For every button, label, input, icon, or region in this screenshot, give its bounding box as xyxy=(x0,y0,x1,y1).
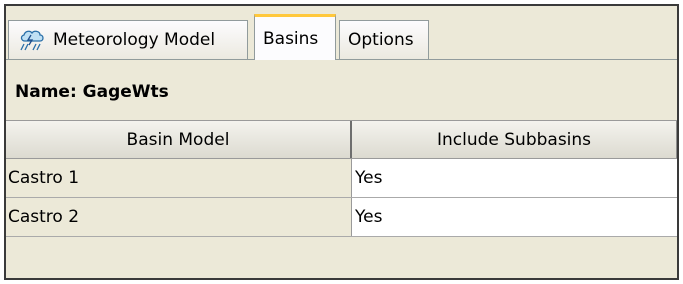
column-header-include-subbasins[interactable]: Include Subbasins xyxy=(352,121,677,158)
basin-table: Basin Model Include Subbasins Castro 1 Y… xyxy=(6,120,677,237)
component-editor-window: Meteorology Model Basins Options Name: G… xyxy=(4,4,679,280)
tab-meteorology-model[interactable]: Meteorology Model xyxy=(8,20,248,59)
tab-label: Options xyxy=(348,30,414,50)
table-row: Castro 2 Yes xyxy=(6,198,677,237)
name-label: Name: GageWts xyxy=(15,82,169,102)
tab-basins[interactable]: Basins xyxy=(254,14,336,60)
basin-model-cell: Castro 1 xyxy=(6,159,352,197)
include-subbasins-cell[interactable]: Yes xyxy=(352,198,677,236)
tab-strip: Meteorology Model Basins Options xyxy=(6,6,677,60)
column-header-basin-model[interactable]: Basin Model xyxy=(6,121,352,158)
tab-options[interactable]: Options xyxy=(339,20,429,59)
tab-label: Meteorology Model xyxy=(53,30,216,50)
tab-label: Basins xyxy=(263,28,319,49)
table-header: Basin Model Include Subbasins xyxy=(6,120,677,159)
table-row: Castro 1 Yes xyxy=(6,159,677,198)
basin-model-cell: Castro 2 xyxy=(6,198,352,236)
basins-panel: Name: GageWts Basin Model Include Subbas… xyxy=(6,60,677,278)
meteorology-icon xyxy=(20,30,44,51)
include-subbasins-cell[interactable]: Yes xyxy=(352,159,677,197)
